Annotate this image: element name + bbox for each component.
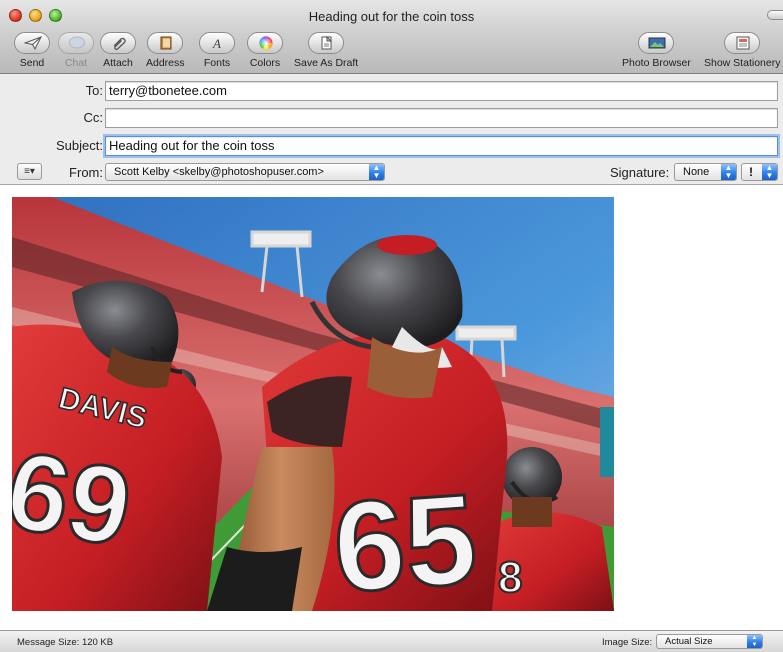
show-stationery-button[interactable]: Show Stationery: [704, 32, 780, 69]
select-arrows-icon: ▲ ▼: [369, 164, 384, 180]
save-draft-label: Save As Draft: [294, 57, 359, 69]
toolbar-toggle-button[interactable]: [767, 10, 783, 20]
football-players-photo: 8 DAVIS 69 65: [12, 197, 614, 611]
select-arrows-icon: ▲ ▼: [747, 635, 762, 648]
svg-text:A: A: [212, 36, 221, 50]
from-label: From:: [69, 165, 103, 180]
send-button[interactable]: Send: [14, 32, 50, 69]
draft-document-icon: [321, 36, 333, 50]
signature-value: None: [683, 166, 710, 178]
from-select[interactable]: Scott Kelby <skelby@photoshopuser.com> ▲…: [105, 163, 385, 181]
chat-label: Chat: [64, 57, 88, 69]
window-titlebar: Heading out for the coin toss Send Chat …: [0, 0, 783, 74]
stationery-icon: [736, 36, 750, 50]
image-size-value: Actual Size: [665, 636, 713, 647]
window-title: Heading out for the coin toss: [308, 9, 475, 24]
priority-select[interactable]: ! ▲ ▼: [741, 163, 778, 181]
colors-button[interactable]: Colors: [247, 32, 283, 69]
address-book-icon: [160, 36, 172, 50]
photo-browser-button[interactable]: Photo Browser: [622, 32, 691, 69]
image-size-label: Image Size:: [602, 637, 653, 648]
fonts-icon: A: [212, 36, 221, 50]
signature-select[interactable]: None ▲ ▼: [674, 163, 737, 181]
send-label: Send: [19, 57, 45, 69]
show-stationery-label: Show Stationery: [704, 57, 781, 69]
center-jersey-number: 65: [329, 467, 481, 611]
address-button[interactable]: Address: [146, 32, 185, 69]
fonts-label: Fonts: [203, 57, 231, 69]
message-headers: To: terry@tbonetee.com Cc: Subject: Head…: [0, 74, 783, 185]
header-options-menu-button[interactable]: ≡▾: [17, 163, 42, 180]
right-jersey-number: 8: [498, 553, 522, 602]
colors-label: Colors: [249, 57, 281, 69]
save-draft-button[interactable]: Save As Draft: [294, 32, 358, 69]
from-value: Scott Kelby <skelby@photoshopuser.com>: [114, 166, 324, 178]
photo-browser-icon: [648, 37, 666, 49]
select-arrows-icon: ▲ ▼: [721, 164, 736, 180]
signature-label: Signature:: [610, 165, 670, 180]
list-menu-icon: ≡▾: [24, 166, 35, 177]
photo-browser-label: Photo Browser: [622, 57, 691, 69]
select-arrows-icon: ▲ ▼: [762, 164, 777, 180]
color-wheel-icon: [259, 36, 273, 50]
to-label: To:: [85, 83, 103, 98]
message-body[interactable]: 8 DAVIS 69 65: [0, 186, 783, 630]
attach-button[interactable]: Attach: [100, 32, 136, 69]
attached-photo[interactable]: 8 DAVIS 69 65: [12, 197, 614, 611]
subject-label: Subject:: [56, 138, 103, 153]
address-label: Address: [146, 57, 185, 69]
chat-bubble-icon: [69, 36, 85, 49]
attach-label: Attach: [103, 57, 133, 69]
paper-plane-icon: [24, 36, 42, 50]
subject-field[interactable]: Heading out for the coin toss: [105, 136, 778, 156]
status-bar: Message Size: 120 KB Image Size: Actual …: [0, 630, 783, 652]
priority-icon: !: [749, 165, 753, 179]
cc-label: Cc:: [83, 110, 104, 125]
left-jersey-number: 69: [12, 428, 140, 570]
chat-button[interactable]: Chat: [58, 32, 94, 69]
image-size-select[interactable]: Actual Size ▲ ▼: [656, 634, 763, 649]
to-field[interactable]: terry@tbonetee.com: [105, 81, 778, 101]
message-size: Message Size: 120 KB: [17, 637, 114, 648]
paperclip-icon: [113, 37, 126, 50]
cc-field[interactable]: [105, 108, 778, 128]
fonts-button[interactable]: A Fonts: [199, 32, 235, 69]
